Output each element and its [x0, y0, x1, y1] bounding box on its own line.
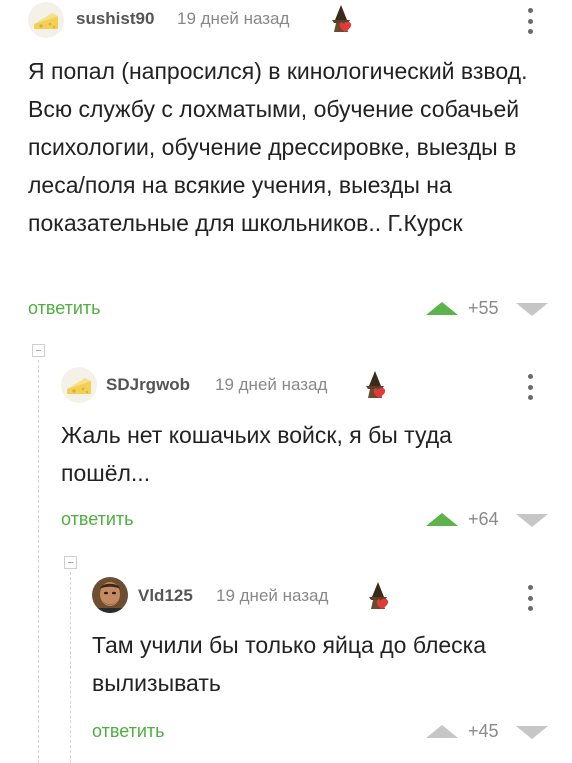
username[interactable]: sushist90 — [76, 9, 154, 29]
reply-link[interactable]: ответить — [61, 509, 134, 530]
timestamp: 19 дней назад — [215, 375, 328, 394]
rating-count: +55 — [468, 298, 499, 318]
thread-line — [70, 572, 71, 763]
upvote-icon[interactable] — [426, 302, 458, 315]
comment-text: Я попал (напросился) в кинологический вз… — [28, 58, 528, 236]
downvote-icon[interactable] — [516, 726, 548, 739]
cheese-avatar-icon — [28, 2, 64, 38]
wizard-badge-icon — [369, 582, 389, 609]
user-avatar[interactable] — [92, 577, 128, 613]
rating-count: +64 — [468, 509, 499, 529]
more-options-icon[interactable] — [527, 585, 533, 611]
reply-link[interactable]: ответить — [28, 298, 101, 319]
more-options-icon[interactable] — [527, 374, 533, 400]
username[interactable]: SDJrgwob — [106, 375, 190, 395]
more-options-icon[interactable] — [527, 8, 533, 34]
downvote-icon[interactable] — [516, 303, 548, 316]
wizard-badge-icon — [366, 371, 386, 398]
username[interactable]: Vld125 — [138, 586, 193, 606]
wizard-badge-icon — [332, 5, 352, 32]
upvote-icon[interactable] — [426, 513, 458, 526]
reply-link[interactable]: ответить — [92, 721, 165, 742]
collapse-thread-toggle[interactable] — [64, 556, 77, 569]
timestamp: 19 дней назад — [177, 9, 290, 28]
user-avatar[interactable] — [61, 367, 97, 403]
upvote-icon[interactable] — [426, 725, 458, 738]
man-photo-avatar-icon — [92, 577, 128, 613]
cheese-avatar-icon — [61, 367, 97, 403]
collapse-thread-toggle[interactable] — [32, 344, 45, 357]
thread-line — [38, 360, 39, 763]
comment-text: Жаль нет кошачьих войск, я бы туда пошёл… — [61, 422, 452, 486]
timestamp: 19 дней назад — [216, 586, 329, 605]
user-avatar[interactable] — [28, 2, 64, 38]
rating-count: +45 — [468, 721, 499, 741]
downvote-icon[interactable] — [516, 514, 548, 527]
comment-text: Там учили бы только яйца до блеска вылиз… — [92, 632, 487, 696]
